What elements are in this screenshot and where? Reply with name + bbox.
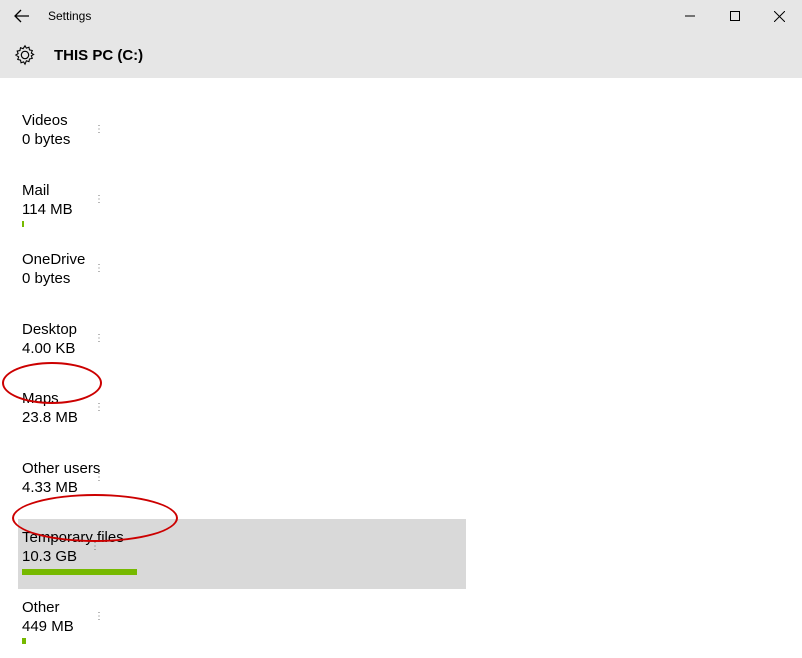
titlebar: Settings [0,0,802,32]
storage-item-maps[interactable]: Maps23.8 MB⋮ [22,380,470,450]
storage-item-size: 114 MB [22,200,470,220]
storage-item-desktop[interactable]: Desktop4.00 KB⋮ [22,311,470,381]
storage-item-size: 10.3 GB [22,547,466,567]
subheader: THIS PC (C:) [0,32,802,78]
storage-item-name: Videos [22,112,470,130]
window-title: Settings [48,9,91,23]
storage-item-name: Maps [22,390,470,408]
storage-item-size: 449 MB [22,617,470,637]
storage-item-size: 23.8 MB [22,408,470,428]
storage-item-size: 4.33 MB [22,478,470,498]
window-controls [667,1,802,31]
storage-item-temporary-files[interactable]: Temporary files10.3 GB⋮ [18,519,466,589]
back-arrow-icon [14,8,30,24]
storage-item-bar [22,291,470,297]
gear-icon [14,44,36,66]
close-icon [774,11,785,22]
storage-item-other-users[interactable]: Other users4.33 MB⋮ [22,450,470,520]
storage-item-other[interactable]: Other449 MB⋮ [22,589,470,658]
storage-item-bar [22,430,470,436]
storage-item-name: Mail [22,182,470,200]
close-button[interactable] [757,1,802,31]
minimize-icon [685,11,695,21]
storage-item-bar [22,569,466,575]
maximize-icon [730,11,740,21]
storage-list: Videos0 bytes⋮Mail114 MB⋮OneDrive0 bytes… [0,78,802,658]
storage-item-size: 4.00 KB [22,339,470,359]
storage-item-name: Other users [22,460,470,478]
minimize-button[interactable] [667,1,712,31]
storage-item-name: Desktop [22,321,470,339]
maximize-button[interactable] [712,1,757,31]
storage-item-mail[interactable]: Mail114 MB⋮ [22,172,470,242]
storage-item-name: OneDrive [22,251,470,269]
storage-item-videos[interactable]: Videos0 bytes⋮ [22,102,470,172]
storage-item-size: 0 bytes [22,269,470,289]
storage-item-bar [22,638,470,644]
storage-item-name: Temporary files [22,529,466,547]
storage-item-size: 0 bytes [22,130,470,150]
storage-item-bar [22,152,470,158]
back-button[interactable] [8,2,36,30]
storage-item-bar [22,360,470,366]
storage-item-bar [22,221,470,227]
page-title: THIS PC (C:) [54,47,143,64]
storage-item-onedrive[interactable]: OneDrive0 bytes⋮ [22,241,470,311]
storage-item-bar [22,499,470,505]
storage-item-name: Other [22,599,470,617]
